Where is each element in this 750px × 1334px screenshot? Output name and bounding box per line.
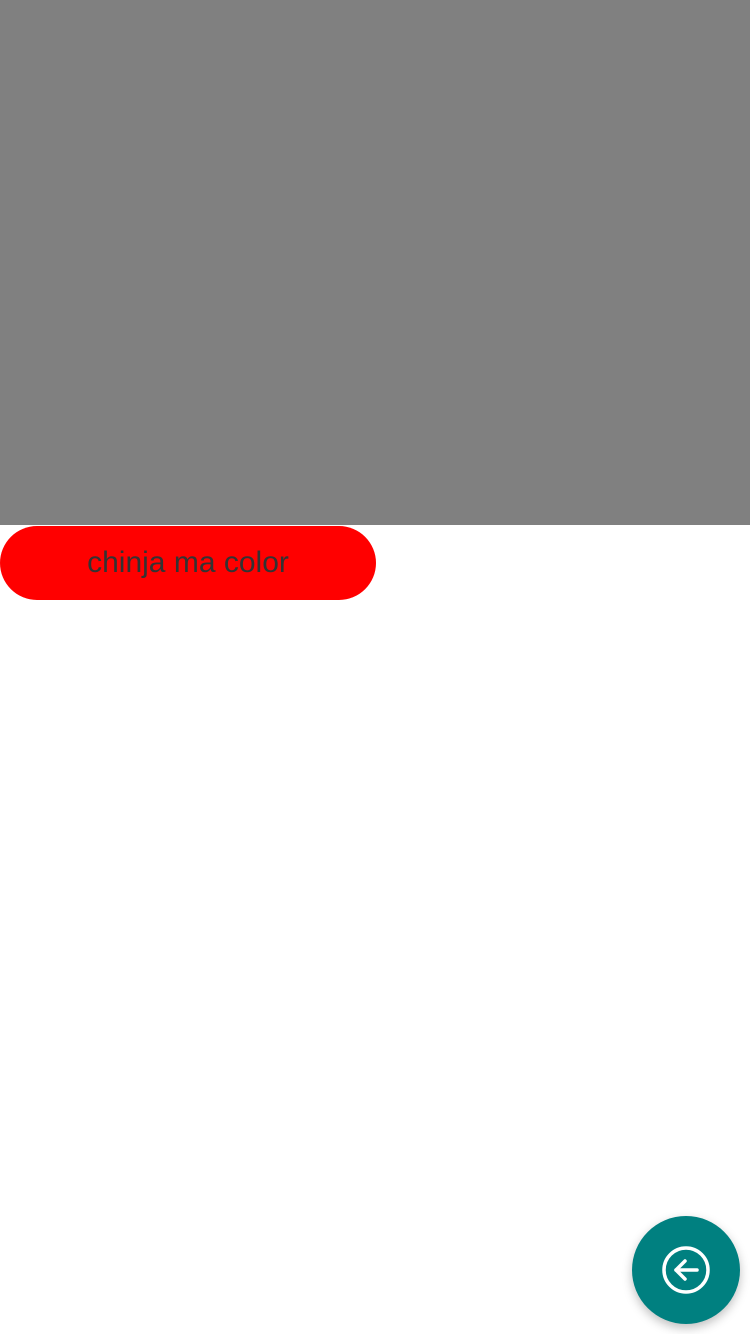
screen: chinja ma color: [0, 0, 750, 1334]
arrow-left-circle-icon: [660, 1244, 712, 1296]
change-color-button[interactable]: chinja ma color: [0, 526, 376, 600]
back-fab-button[interactable]: [632, 1216, 740, 1324]
color-preview-panel: [0, 0, 750, 525]
